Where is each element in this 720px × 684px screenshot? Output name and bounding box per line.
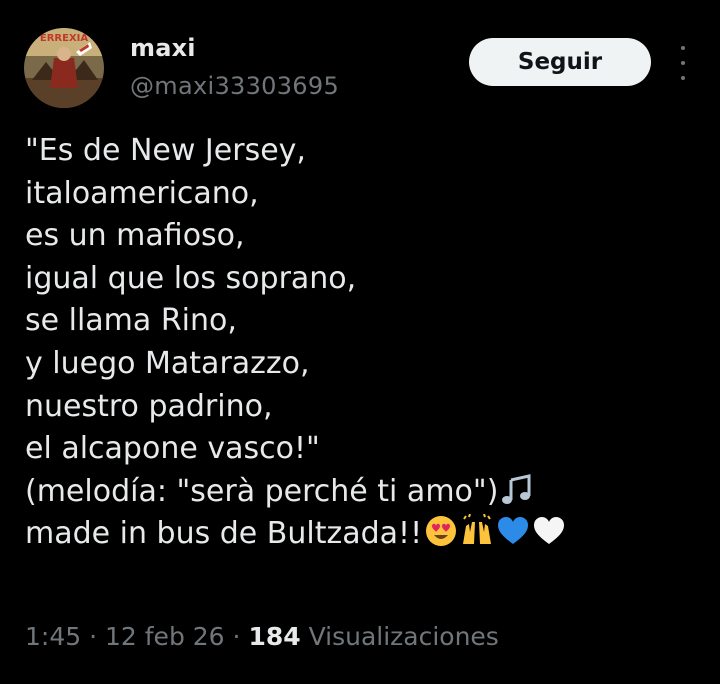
tweet-line-bus: made in bus de Bultzada!!	[25, 513, 705, 556]
musical-notes-icon	[502, 473, 531, 504]
tweet-line-text: made in bus de Bultzada!!	[25, 516, 423, 552]
more-dot	[681, 46, 685, 50]
tweet-text: "Es de New Jersey, italoamericano, es un…	[25, 130, 705, 556]
blue-heart-emoji	[498, 517, 529, 545]
views-label[interactable]: Visualizaciones	[309, 622, 499, 651]
follow-button[interactable]: Seguir	[469, 38, 651, 86]
avatar-image: ERREXIA	[24, 28, 104, 108]
avatar-logo-text: ERREXIA	[40, 33, 88, 44]
more-dot	[681, 76, 685, 80]
tweet-line: igual que los soprano,	[25, 260, 357, 296]
raising-hands-emoji	[463, 514, 492, 545]
tweet-meta: 1:45 · 12 feb 26 · 184 Visualizaciones	[25, 622, 499, 651]
white-heart-emoji	[534, 517, 565, 545]
author-display-name[interactable]: maxi	[130, 34, 196, 62]
tweet-line-melody: (melodía: "serà perché ti amo")	[25, 471, 705, 514]
tweet-time[interactable]: 1:45	[25, 622, 81, 651]
tweet-date[interactable]: 12 feb 26	[105, 622, 225, 651]
meta-separator: ·	[89, 622, 98, 651]
views-count[interactable]: 184	[248, 622, 300, 651]
more-dot	[681, 61, 685, 65]
tweet-line: nuestro padrino,	[25, 388, 273, 424]
tweet-line: y luego Matarazzo,	[25, 345, 310, 381]
meta-separator: ·	[232, 622, 241, 651]
tweet-line-text: (melodía: "serà perché ti amo")	[25, 473, 499, 509]
more-vertical-icon[interactable]	[672, 46, 694, 80]
tweet-line: italoamericano,	[25, 175, 259, 211]
author-handle[interactable]: @maxi33303695	[130, 72, 339, 100]
tweet-line: es un mafioso,	[25, 218, 245, 254]
avatar[interactable]: ERREXIA	[24, 28, 104, 108]
tweet-line: se llama Rino,	[25, 303, 237, 339]
tweet-card: ERREXIA maxi @maxi33303695 Seguir "Es de…	[0, 0, 720, 684]
tweet-line: "Es de New Jersey,	[25, 133, 306, 168]
heart-eyes-emoji	[426, 516, 457, 547]
tweet-line: el alcapone vasco!"	[25, 431, 320, 467]
